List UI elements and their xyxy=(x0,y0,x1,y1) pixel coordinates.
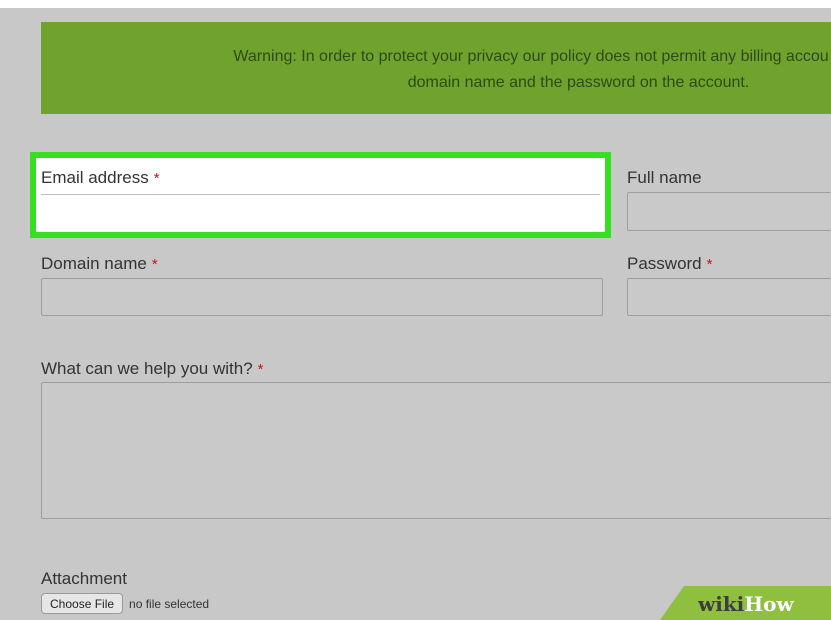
domain-name-label: Domain name * xyxy=(41,254,158,274)
password-label: Password * xyxy=(627,254,712,274)
domain-name-input[interactable] xyxy=(41,278,603,316)
attachment-label: Attachment xyxy=(41,569,127,589)
file-picker: Choose File no file selected xyxy=(41,593,209,614)
warning-text: Warning: In order to protect your privac… xyxy=(41,44,831,96)
full-name-label: Full name xyxy=(627,168,702,188)
file-status-text: no file selected xyxy=(129,596,210,611)
attachment-label-text: Attachment xyxy=(41,569,127,588)
warning-banner: Warning: In order to protect your privac… xyxy=(41,22,831,114)
full-name-input[interactable] xyxy=(627,192,831,231)
email-field-highlight: Email address * xyxy=(30,152,611,238)
watermark-wiki: wiki xyxy=(698,592,745,616)
top-strip xyxy=(0,0,831,8)
email-input[interactable] xyxy=(41,194,600,231)
password-label-text: Password xyxy=(627,254,702,273)
warning-line-1: Warning: In order to protect your privac… xyxy=(233,48,829,65)
password-input[interactable] xyxy=(627,278,831,316)
email-label-text: Email address xyxy=(41,168,149,187)
email-label: Email address * xyxy=(41,168,160,188)
help-label-text: What can we help you with? xyxy=(41,359,253,378)
wikihow-watermark: wikiHow xyxy=(698,591,794,617)
required-asterisk: * xyxy=(151,256,158,273)
warning-line-2: domain name and the password on the acco… xyxy=(407,74,750,91)
watermark-how: How xyxy=(744,592,794,616)
full-name-label-text: Full name xyxy=(627,168,702,187)
required-asterisk: * xyxy=(257,361,264,378)
help-textarea[interactable] xyxy=(41,382,831,519)
domain-name-label-text: Domain name xyxy=(41,254,147,273)
required-asterisk: * xyxy=(706,256,713,273)
required-asterisk: * xyxy=(153,170,160,187)
help-label: What can we help you with? * xyxy=(41,359,264,379)
choose-file-button[interactable]: Choose File xyxy=(41,593,124,614)
